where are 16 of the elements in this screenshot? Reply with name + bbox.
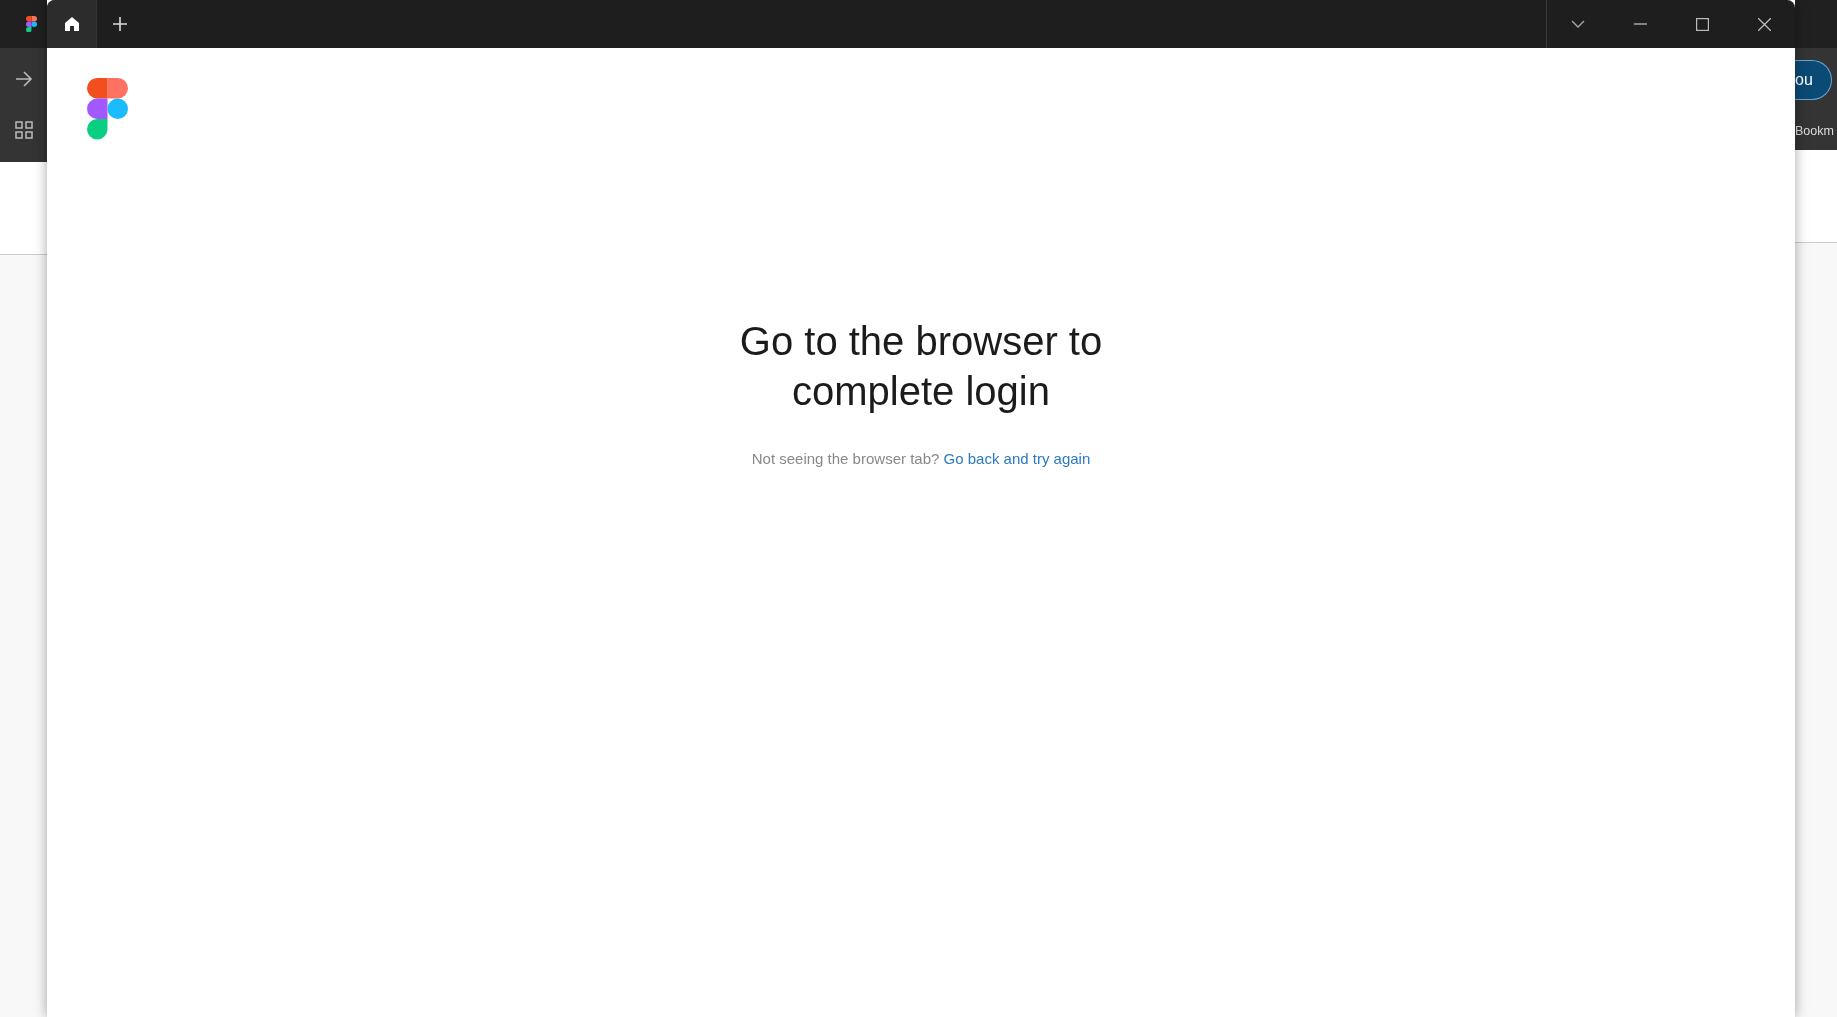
- login-hint: Not seeing the browser tab? Go back and try again: [751, 450, 1091, 467]
- figma-logo-icon: [26, 15, 37, 33]
- home-tab[interactable]: [47, 0, 97, 48]
- close-icon[interactable]: [1757, 17, 1771, 31]
- forward-arrow-icon[interactable]: [14, 71, 33, 87]
- home-icon: [63, 16, 80, 32]
- login-heading: Go to the browser to complete login: [738, 318, 1104, 415]
- add-tab-icon[interactable]: [113, 17, 127, 31]
- figma-logo-icon: [87, 78, 128, 140]
- bookmarks-label[interactable]: Bookm: [1795, 124, 1834, 138]
- minimize-icon[interactable]: [1633, 23, 1647, 25]
- try-again-link[interactable]: Go back and try again: [943, 450, 1091, 467]
- profile-button[interactable]: ou: [1795, 60, 1832, 100]
- maximize-icon[interactable]: [1695, 17, 1709, 31]
- apps-grid-icon[interactable]: [14, 121, 33, 139]
- chevron-down-icon[interactable]: [1571, 20, 1585, 28]
